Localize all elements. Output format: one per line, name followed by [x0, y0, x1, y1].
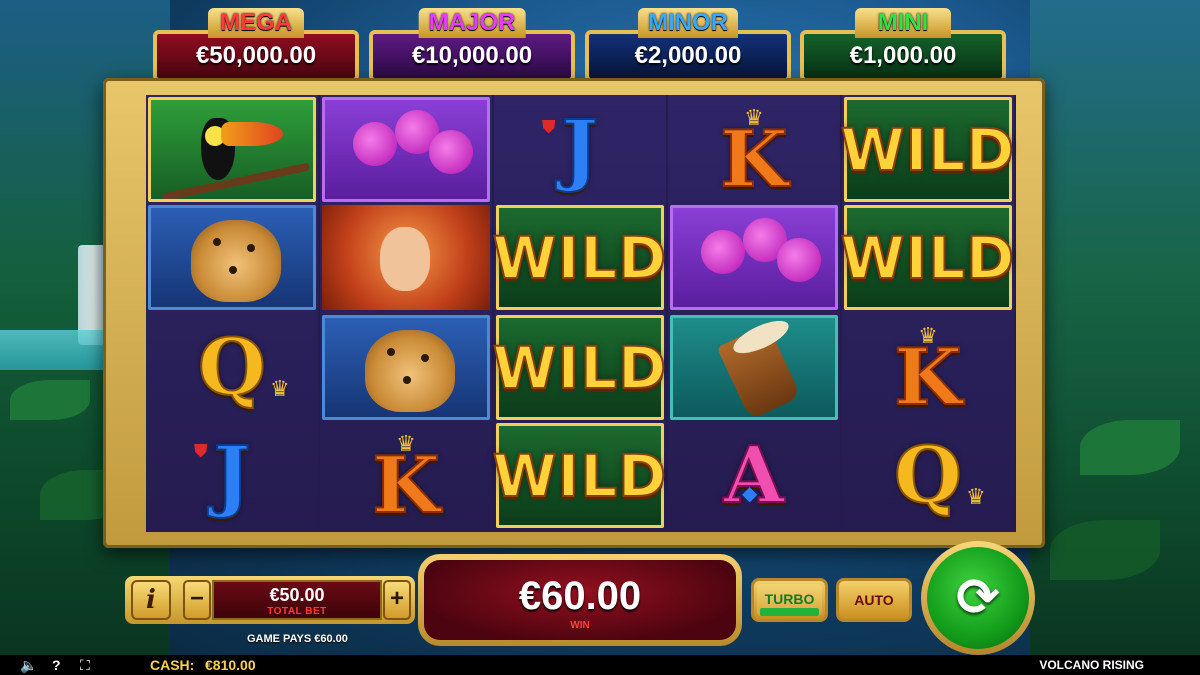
- spin-button[interactable]: ⟳: [921, 541, 1035, 655]
- jackpot-mega: €50,000.00 MEGA: [153, 8, 359, 82]
- crown-icon: ♛: [744, 105, 764, 130]
- symbol-drum: [670, 315, 838, 420]
- orchid-icon: [701, 230, 745, 274]
- shield-icon: ⛊: [194, 441, 208, 461]
- symbol-fire-woman: [322, 205, 490, 310]
- reel-2: ♛ K: [320, 95, 492, 532]
- speaker-icon[interactable]: 🔈: [20, 657, 37, 673]
- shield-icon: ⛊: [542, 117, 556, 137]
- symbol-wild: WILD: [492, 315, 667, 420]
- spin-icon: ⟳: [927, 547, 1029, 649]
- symbol-wild: WILD: [492, 205, 667, 310]
- jackpot-mega-label: MEGA: [208, 8, 304, 38]
- crown-icon: ♛: [918, 323, 938, 348]
- symbol-orchid: [670, 205, 838, 310]
- crown-icon: ♛: [396, 431, 416, 456]
- info-button[interactable]: i: [131, 580, 171, 620]
- reel-1: Q ♛ ⛊ J: [146, 95, 318, 532]
- win-label: WIN: [570, 620, 590, 631]
- symbol-jaguar: [148, 205, 316, 310]
- crown-icon: ♛: [270, 376, 290, 401]
- reel-3: ⛊ J WILD WILD WILD: [492, 95, 667, 532]
- fire-woman-icon: [380, 227, 430, 291]
- crown-icon: ♛: [966, 484, 986, 509]
- jackpot-major-label: MAJOR: [418, 8, 526, 38]
- jackpot-mini-label: MINI: [855, 8, 951, 38]
- reel-grid: Q ♛ ⛊ J ♛ K ⛊ J WILD WILD WILD ♛ K A ◆ W…: [146, 95, 1016, 532]
- leaf-decoration: [1050, 520, 1160, 580]
- total-bet-display: €50.00 TOTAL BET: [212, 580, 382, 620]
- jackpot-minor: €2,000.00 MINOR: [585, 8, 791, 82]
- cash-label: CASH:: [150, 657, 195, 673]
- diamond-icon: ◆: [742, 483, 758, 505]
- jackpot-minor-label: MINOR: [638, 8, 738, 38]
- bet-decrease-button[interactable]: −: [183, 580, 211, 620]
- symbol-toucan: [148, 97, 316, 202]
- autoplay-button[interactable]: AUTO: [836, 578, 912, 622]
- symbol-wild: WILD: [840, 97, 1015, 202]
- symbol-king: ♛ K: [719, 105, 789, 205]
- orchid-icon: [353, 122, 397, 166]
- win-value: €60.00: [518, 574, 642, 618]
- turbo-indicator: [760, 608, 819, 616]
- leaf-decoration: [1080, 420, 1180, 475]
- fullscreen-icon[interactable]: ⛶: [80, 657, 90, 673]
- total-bet-label: TOTAL BET: [267, 606, 327, 617]
- turbo-button[interactable]: TURBO: [751, 578, 828, 622]
- symbol-jack: ⛊ J: [194, 429, 251, 521]
- jackpot-major: €10,000.00 MAJOR: [369, 8, 575, 82]
- symbol-orchid: [322, 97, 490, 202]
- game-title: VOLCANO RISING: [1039, 658, 1144, 672]
- cash-value: €810.00: [205, 657, 256, 673]
- symbol-ace: A ◆: [723, 429, 786, 521]
- symbol-queen: Q ♛: [197, 321, 290, 413]
- game-pays-text: GAME PAYS €60.00: [247, 633, 348, 645]
- win-panel: €60.00 WIN: [418, 554, 742, 646]
- symbol-jaguar: [322, 315, 490, 420]
- game-stage: €50,000.00 MEGA €10,000.00 MAJOR €2,000.…: [0, 0, 1200, 675]
- reel-4: ♛ K A ◆: [668, 95, 840, 532]
- symbol-jack: ⛊ J: [542, 103, 599, 195]
- leaf-decoration: [10, 380, 90, 420]
- total-bet-value: €50.00: [269, 585, 325, 605]
- jaguar-icon: [191, 220, 281, 302]
- symbol-king: ♛ K: [893, 323, 963, 423]
- jaguar-icon: [365, 330, 455, 412]
- symbol-king: ♛ K: [371, 431, 441, 531]
- symbol-queen: Q ♛: [893, 429, 986, 521]
- jackpot-mini: €1,000.00 MINI: [800, 8, 1006, 82]
- reel-5: WILD WILD ♛ K Q ♛: [840, 95, 1015, 532]
- symbol-wild: WILD: [492, 423, 667, 528]
- branch-shape: [161, 162, 311, 199]
- symbol-wild: WILD: [840, 205, 1015, 310]
- bet-increase-button[interactable]: +: [383, 580, 411, 620]
- question-icon[interactable]: ?: [52, 657, 61, 673]
